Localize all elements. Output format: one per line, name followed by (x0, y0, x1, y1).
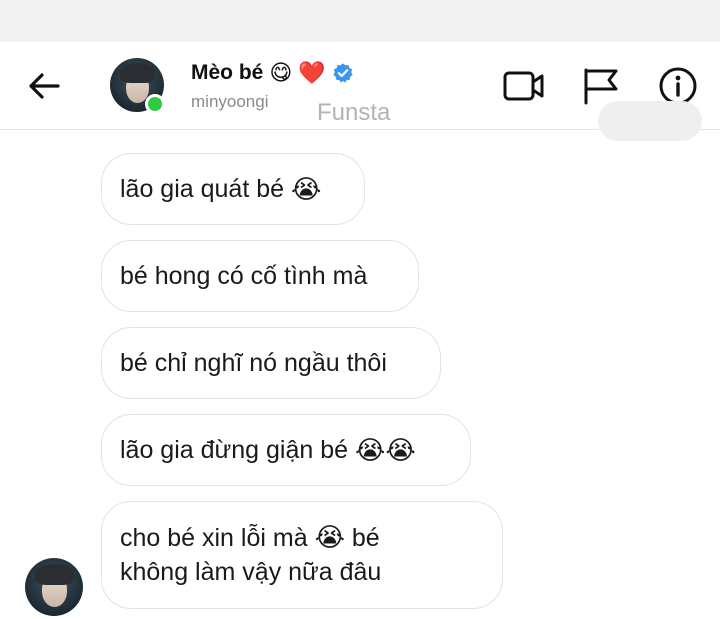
message-text: lão gia đừng giận bé (120, 435, 349, 464)
back-button[interactable] (24, 68, 64, 104)
crying-emoji: 😭 (314, 522, 345, 552)
crying-emoji: 😭😭 (354, 434, 416, 465)
crying-emoji: 😭 (290, 173, 322, 204)
arrow-left-icon (29, 73, 60, 99)
message-bubble[interactable]: cho bé xin lỗi mà 😭 bé không làm vậy nữa… (101, 501, 503, 609)
message-bubble[interactable]: lão gia đừng giận bé 😭😭 (101, 414, 471, 486)
username: minyoongi (191, 92, 269, 111)
message-text: bé chỉ nghĩ nó ngầu thôi (120, 348, 387, 377)
message-bubble[interactable]: lão gia quát bé 😭 (101, 153, 365, 225)
verified-badge-icon (333, 63, 353, 83)
video-camera-icon (503, 71, 544, 101)
contact-title[interactable]: Mèo bé 😋 ❤️ (191, 58, 354, 88)
sender-avatar[interactable] (25, 558, 83, 616)
account-label: Funsta (317, 99, 391, 126)
message-thread[interactable]: lão gia quát bé 😭 bé hong có cố tình mà … (0, 101, 720, 619)
message-text: bé (351, 524, 380, 552)
video-call-button[interactable] (502, 64, 546, 108)
message-text: cho bé xin lỗi mà (120, 524, 308, 552)
message-bubble[interactable]: bé hong có cố tình mà (101, 240, 419, 312)
flag-icon (584, 68, 618, 105)
name-emoji-yum: 😋 (269, 60, 293, 85)
message-text: lão gia quát bé (120, 174, 285, 203)
message-text: không làm vậy nữa đâu (120, 558, 382, 586)
message-text: bé hong có cố tình mà (120, 261, 368, 290)
message-bubble[interactable]: bé chỉ nghĩ nó ngầu thôi (101, 327, 441, 399)
contact-name: Mèo bé (191, 61, 264, 84)
status-bar (0, 0, 720, 42)
partial-message-bubble (598, 101, 702, 141)
online-indicator (145, 94, 165, 114)
name-emoji-heart: ❤️ (298, 60, 326, 85)
info-icon (659, 67, 697, 105)
